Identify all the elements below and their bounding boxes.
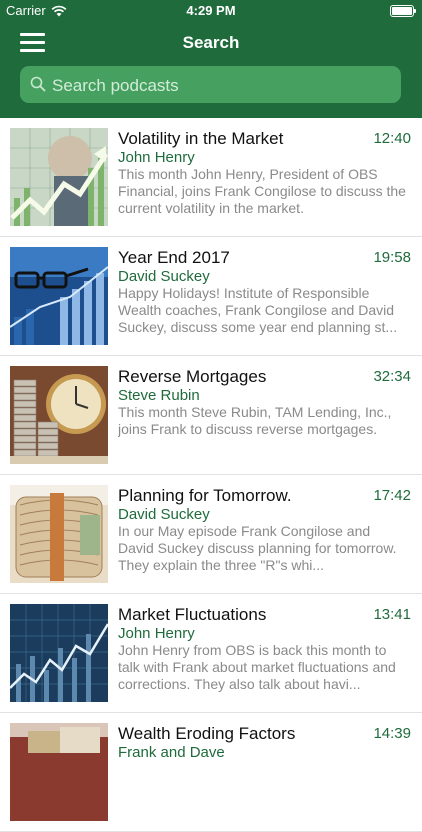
episode-author: John Henry (118, 149, 195, 166)
list-item[interactable]: Reverse Mortgages 32:34 Steve Rubin This… (0, 356, 422, 475)
episode-description: In our May episode Frank Congilose and D… (118, 523, 397, 573)
search-icon (30, 76, 46, 92)
glasses-chart-thumbnail (10, 247, 108, 345)
clock: 4:29 PM (186, 3, 236, 18)
list-item[interactable]: Market Fluctuations 13:41 John Henry Joh… (0, 594, 422, 713)
episode-title: Year End 2017 (118, 248, 230, 267)
episode-author: Steve Rubin (118, 387, 200, 404)
episode-list: Volatility in the Market 12:40 John Henr… (0, 118, 422, 832)
episode-title: Volatility in the Market (118, 129, 284, 148)
search-bar[interactable] (20, 66, 401, 105)
episode-title: Reverse Mortgages (118, 367, 267, 386)
episode-description: Happy Holidays! Institute of Responsible… (118, 285, 398, 335)
episode-description: John Henry from OBS is back this month t… (118, 642, 396, 692)
episode-duration: 13:41 (373, 606, 411, 623)
episode-duration: 12:40 (373, 130, 411, 147)
episode-duration: 17:42 (373, 487, 411, 504)
episode-description: This month Steve Rubin, TAM Lending, Inc… (118, 404, 392, 437)
episode-title: Market Fluctuations (118, 605, 267, 624)
episode-description: This month John Henry, President of OBS … (118, 166, 406, 216)
episode-duration: 32:34 (373, 368, 411, 385)
list-item[interactable]: Wealth Eroding Factors 14:39 Frank and D… (0, 713, 422, 832)
battery-icon (390, 5, 416, 17)
episode-author: David Suckey (118, 268, 210, 285)
episode-author: David Suckey (118, 506, 210, 523)
page-title: Search (182, 33, 240, 52)
money-thumbnail (10, 723, 108, 821)
list-item[interactable]: Year End 2017 19:58 David Suckey Happy H… (0, 237, 422, 356)
list-item[interactable]: Planning for Tomorrow. 17:42 David Sucke… (0, 475, 422, 594)
episode-title: Planning for Tomorrow. (118, 486, 292, 505)
clock-coins-thumbnail (10, 366, 108, 464)
money-roll-thumbnail (10, 485, 108, 583)
episode-author: John Henry (118, 625, 195, 642)
nav-header: Carrier 4:29 PM Search (0, 0, 422, 118)
stock-graph-thumbnail (10, 604, 108, 702)
market-chart-thumbnail (10, 128, 108, 226)
episode-duration: 14:39 (373, 725, 411, 742)
episode-duration: 19:58 (373, 249, 411, 266)
list-item[interactable]: Volatility in the Market 12:40 John Henr… (0, 118, 422, 237)
episode-title: Wealth Eroding Factors (118, 724, 296, 743)
episode-author: Frank and Dave (118, 744, 225, 761)
status-bar: Carrier 4:29 PM (0, 0, 422, 22)
search-input[interactable] (50, 66, 394, 105)
